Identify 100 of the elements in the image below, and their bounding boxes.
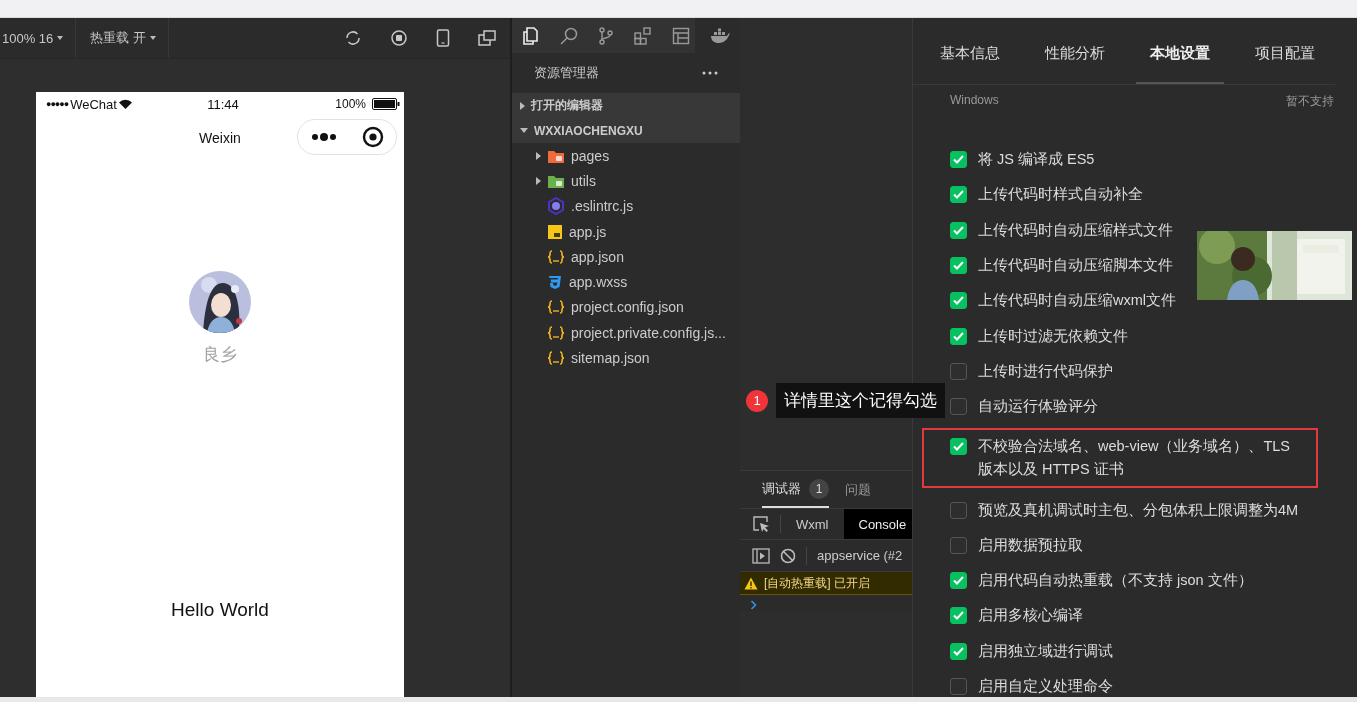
file-item[interactable]: app.wxss [512,269,740,295]
checkbox[interactable] [950,501,967,519]
clear-icon[interactable] [780,547,796,564]
phone-icon[interactable] [436,29,450,47]
prompt-chevron-icon [750,600,758,610]
windows-icon[interactable] [478,30,496,46]
check-icon [953,155,964,165]
section-header[interactable]: 打开的编辑器 [512,93,740,118]
carrier-name: WeChat [70,96,117,112]
context-selector[interactable]: appservice (#2 [817,548,903,563]
hot-reload-dropdown[interactable]: 热重载 开 [76,18,169,58]
check-icon [953,225,964,235]
whale-icon[interactable] [710,27,730,44]
checkbox[interactable] [950,438,967,456]
file-item[interactable]: .eslintrc.js [512,193,740,219]
greeting-text: Hello World [171,599,269,621]
option-label: 上传代码时自动压缩样式文件 [978,220,1173,240]
debugger-tab[interactable]: 调试器 1 [762,471,829,508]
option-label: 启用多核心编译 [978,606,1083,626]
branch-icon[interactable] [598,26,614,45]
settings-tab[interactable]: 项目配置 [1241,18,1329,84]
panel-title: 资源管理器 [534,64,599,82]
zoom-dropdown[interactable]: 100% 16 [0,18,77,58]
panel-tab[interactable]: Console [843,509,912,539]
step-badge: 1 [746,389,768,412]
battery-icon [372,98,400,110]
js-file-icon [547,223,563,240]
more-icon[interactable] [702,71,718,75]
option-label: 将 JS 编译成 ES5 [978,150,1095,170]
hexagon-icon [547,197,565,216]
nav-title: Weixin [199,130,241,146]
platform-status: 暂不支持 [1286,93,1334,110]
checkbox[interactable] [950,536,967,554]
option-label: 启用自定义处理命令 [978,677,1113,696]
more-icon[interactable] [310,132,337,142]
braces-icon [547,350,565,366]
checkbox[interactable] [950,398,967,416]
layout-icon[interactable] [672,26,690,45]
folder-item[interactable]: utils [512,168,740,194]
panel-tab[interactable]: Wxml [781,509,844,539]
debugger-tab[interactable]: 问题 [845,471,871,508]
option-label: 上传代码时自动压缩脚本文件 [978,256,1173,276]
option-label: 启用代码自动热重载（不支持 json 文件） [978,571,1253,591]
checkbox[interactable] [950,607,967,625]
signal-dots: ●●●●● [46,99,69,109]
file-item[interactable]: project.config.json [512,294,740,321]
braces-icon [547,248,565,265]
checkbox[interactable] [950,292,967,310]
braces-icon [547,299,565,316]
capsule-menu[interactable] [297,119,397,155]
settings-tab[interactable]: 性能分析 [1031,18,1119,84]
files-icon[interactable] [522,26,540,45]
option-label: 启用数据预拉取 [978,535,1083,555]
option-label: 上传代码时自动压缩wxml文件 [978,291,1177,311]
checkbox[interactable] [950,151,967,169]
extensions-icon[interactable] [634,26,652,45]
file-item[interactable]: sitemap.json [512,345,740,371]
clock-time: 11:44 [207,96,239,112]
file-item[interactable]: app.js [512,218,740,245]
option-label: 不校验合法域名、web-view（业务域名）、TLS 版本以及 HTTPS 证书 [978,437,1292,480]
check-icon [953,261,964,271]
inspect-icon[interactable] [752,515,770,533]
folder-item[interactable]: pages [512,143,740,169]
option-label: 预览及真机调试时主包、分包体积上限调整为4M [978,500,1299,520]
checkbox[interactable] [950,186,967,204]
check-icon [953,190,964,200]
check-icon [953,442,964,452]
wifi-icon [118,99,132,109]
file-item[interactable]: project.private.config.js... [512,320,740,346]
check-icon [953,576,964,586]
warning-icon [744,576,758,590]
stop-icon[interactable] [390,29,408,47]
warning-message: [自动热重载] 已开启 [764,574,870,592]
checkbox[interactable] [950,572,967,590]
checkbox[interactable] [950,642,967,660]
checkbox[interactable] [950,327,967,345]
option-label: 启用独立域进行调试 [978,641,1113,661]
checkbox[interactable] [950,678,967,695]
check-icon [953,646,964,656]
settings-tab[interactable]: 本地设置 [1136,18,1224,84]
option-label: 上传代码时样式自动补全 [978,185,1143,205]
section-header[interactable]: WXXIAOCHENGXU [512,118,740,143]
settings-tab[interactable]: 基本信息 [926,18,1014,84]
platform-label: Windows [950,93,999,109]
tooltip: 详情里这个记得勾选 [776,383,945,418]
css-file-icon [547,274,563,291]
checkbox[interactable] [950,362,967,380]
checkbox[interactable] [950,257,967,275]
option-label: 上传时过滤无依赖文件 [978,326,1128,346]
sidebar-toggle-icon[interactable] [752,547,770,564]
option-label: 自动运行体验评分 [978,397,1098,417]
file-item[interactable]: app.json [512,244,740,270]
checkbox[interactable] [950,221,967,239]
braces-icon [547,324,565,341]
check-icon [953,611,964,621]
battery-percent: 100% [335,97,366,111]
close-target-icon[interactable] [361,126,384,148]
search-icon[interactable] [560,26,578,45]
refresh-icon[interactable] [344,29,362,47]
check-icon [953,331,964,341]
